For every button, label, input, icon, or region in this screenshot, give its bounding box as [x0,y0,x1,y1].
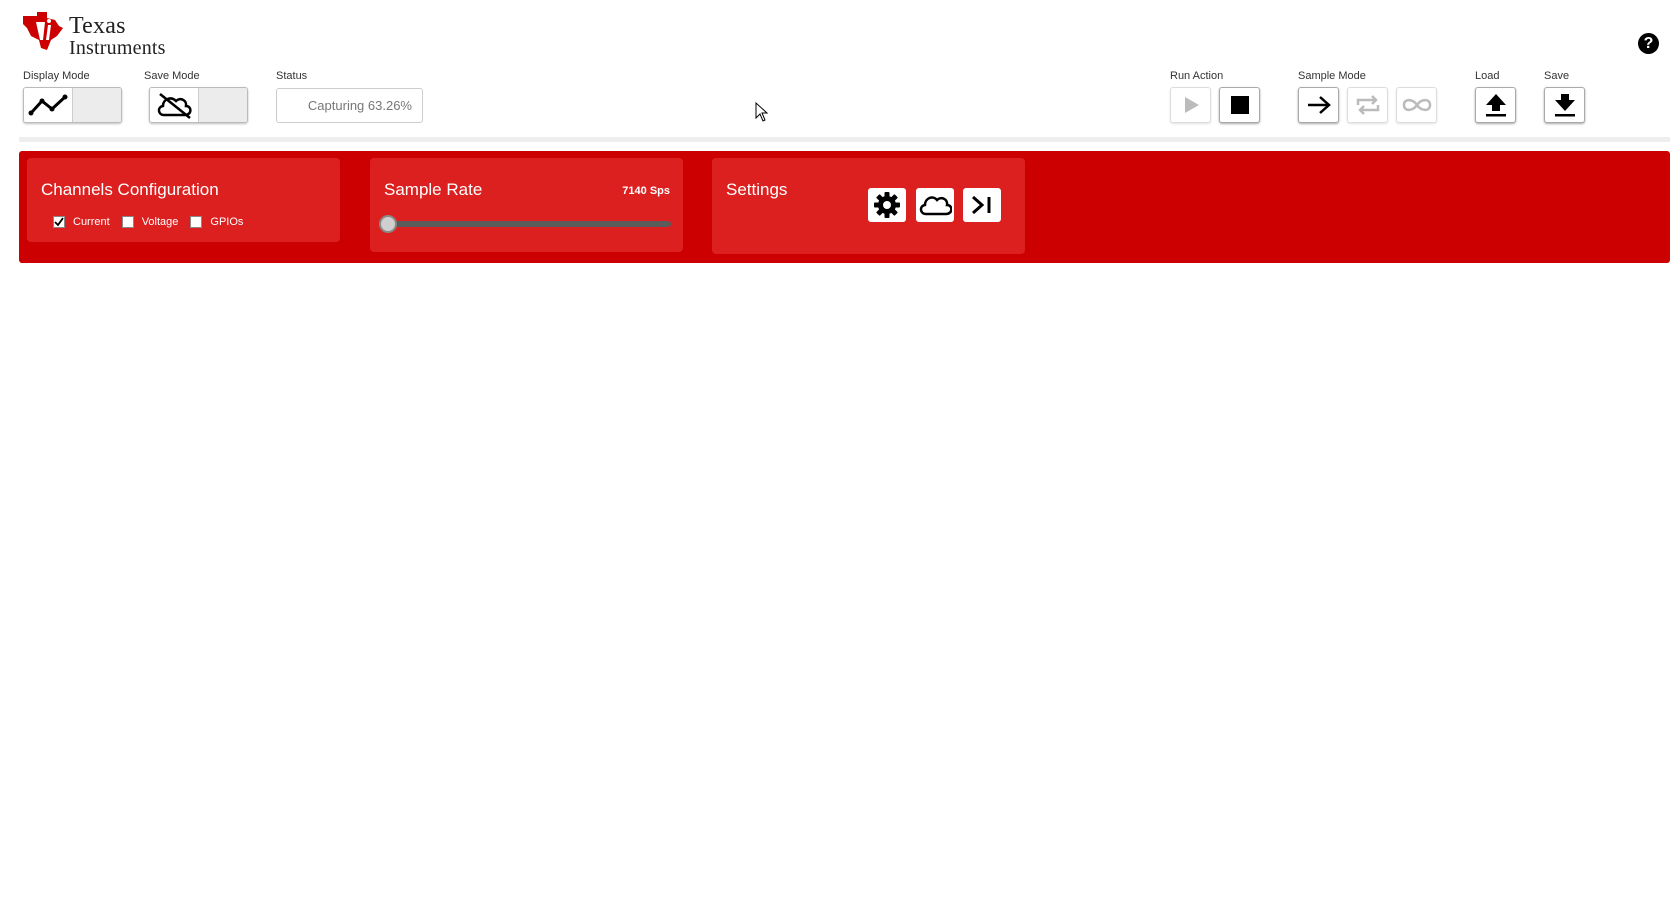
display-mode-toggle[interactable] [23,87,122,123]
control-bar: Channels Configuration Current Voltage G… [19,151,1670,263]
infinity-icon [1402,98,1431,112]
settings-gear-button[interactable] [868,188,906,222]
save-mode-other-option[interactable] [199,88,247,122]
settings-title: Settings [726,180,788,199]
ti-logo-icon [23,12,63,50]
voltage-checkbox[interactable] [121,216,134,228]
arrow-right-icon [1307,96,1331,114]
save-button[interactable] [1544,87,1585,123]
check-icon [54,217,64,227]
load-button[interactable] [1475,87,1516,123]
save-mode-cloud-option[interactable] [150,88,199,122]
upload-icon [1485,94,1506,117]
save-mode-label: Save Mode [144,70,200,82]
line-chart-icon [28,94,68,116]
stop-icon [1230,96,1249,114]
ti-logo: Texas Instruments [21,10,166,58]
brand-line1: Texas [69,13,126,39]
sample-mode-label: Sample Mode [1298,70,1366,82]
status-display: Capturing 63.26% [276,88,423,123]
play-icon [1184,97,1199,113]
current-checkbox[interactable] [53,216,65,228]
sample-repeat-button[interactable] [1347,87,1388,123]
help-button[interactable]: ? [1638,33,1659,54]
download-icon [1554,94,1575,117]
voltage-label: Voltage [141,216,179,228]
channels-list: Current Voltage GPIOs [53,216,255,228]
display-mode-other-option[interactable] [73,88,121,122]
sample-rate-slider[interactable] [379,215,671,233]
gear-icon [874,192,900,218]
sample-rate-slider-thumb[interactable] [379,215,397,233]
sample-rate-value: 7140 Sps [622,185,670,197]
settings-panel: Settings [712,158,1025,254]
sample-rate-title: Sample Rate [384,180,483,199]
sample-single-button[interactable] [1298,87,1339,123]
channels-panel: Channels Configuration Current Voltage G… [27,158,340,242]
run-action-label: Run Action [1170,70,1224,82]
run-button[interactable] [1170,87,1211,123]
sample-infinite-button[interactable] [1396,87,1437,123]
settings-skip-button[interactable] [963,188,1001,222]
mouse-cursor-icon [755,102,769,122]
display-mode-graph-option[interactable] [24,88,73,122]
current-label: Current [73,216,110,228]
toolbar-divider [19,137,1670,142]
channels-title: Channels Configuration [41,180,219,199]
cloud-icon [919,196,952,216]
skip-to-end-icon [972,195,991,215]
status-text: Capturing 63.26% [307,98,412,113]
gpios-checkbox[interactable] [190,216,203,228]
load-label: Load [1475,70,1500,82]
status-label: Status [276,70,308,82]
sample-rate-panel: Sample Rate 7140 Sps [370,158,683,252]
help-icon: ? [1643,35,1654,52]
gpios-label: GPIOs [210,216,244,228]
ti-logo-text: Texas Instruments [69,10,166,58]
cloud-off-icon [157,93,192,119]
save-mode-toggle[interactable] [149,87,248,123]
save-label: Save [1544,70,1570,82]
brand-line2: Instruments [69,37,166,59]
stop-button[interactable] [1219,87,1260,123]
display-mode-label: Display Mode [23,70,90,82]
settings-cloud-button[interactable] [916,188,954,222]
repeat-icon [1356,95,1379,115]
